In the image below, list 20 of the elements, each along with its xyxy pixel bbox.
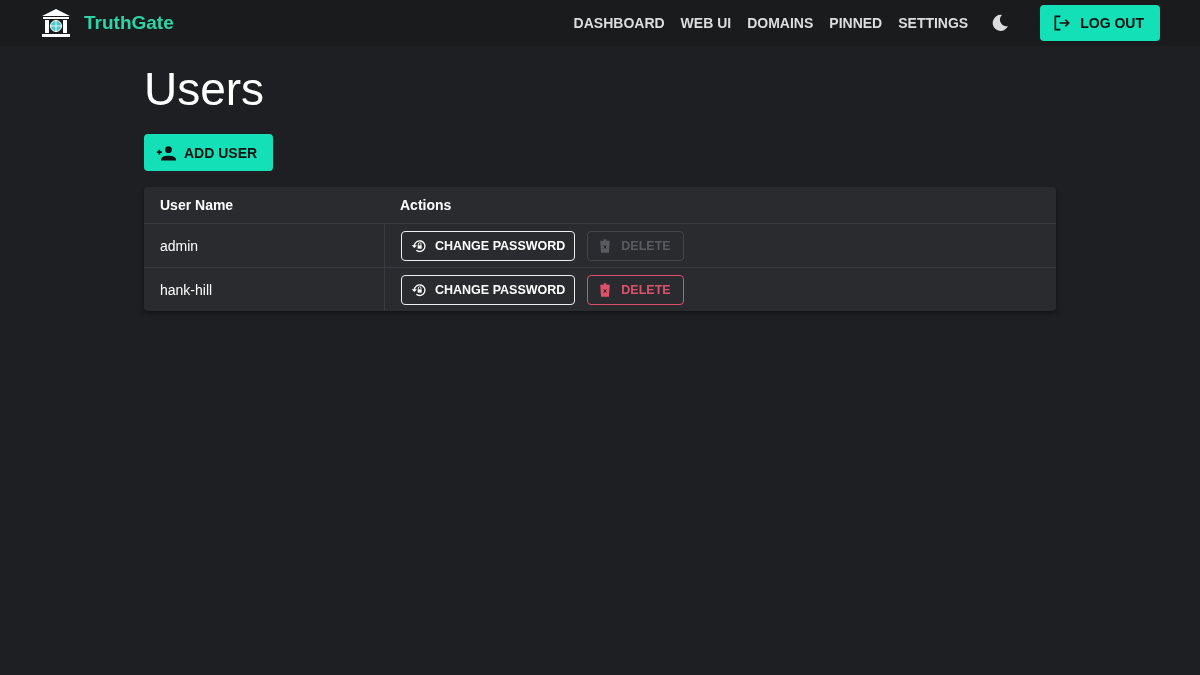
page-title: Users xyxy=(144,62,266,116)
brand-name[interactable]: TruthGate xyxy=(84,12,174,34)
lock-reset-icon xyxy=(411,281,427,298)
nav-link[interactable]: DOMAINS xyxy=(747,15,814,31)
delete-button[interactable]: DELETE xyxy=(587,274,684,305)
column-header: Actions xyxy=(400,197,452,213)
user-name: hank-hill xyxy=(160,281,213,298)
nav-link[interactable]: WEB UI xyxy=(680,15,732,31)
nav-link[interactable]: PINNED xyxy=(829,15,883,31)
logout-button[interactable]: LOG OUT xyxy=(1040,5,1160,41)
nav-link[interactable]: DASHBOARD xyxy=(573,15,665,31)
add-user-button[interactable]: ADD USER xyxy=(144,134,274,171)
change-password-button[interactable]: CHANGE PASSWORD xyxy=(401,274,576,305)
nav-link[interactable]: SETTINGS xyxy=(898,15,969,31)
lock-reset-icon xyxy=(411,237,427,254)
moon-icon[interactable] xyxy=(990,13,1011,33)
user-name: admin xyxy=(160,237,199,254)
change-password-button[interactable]: CHANGE PASSWORD xyxy=(401,230,576,261)
museum-globe-icon xyxy=(40,7,72,39)
column-header: User Name xyxy=(160,197,234,213)
